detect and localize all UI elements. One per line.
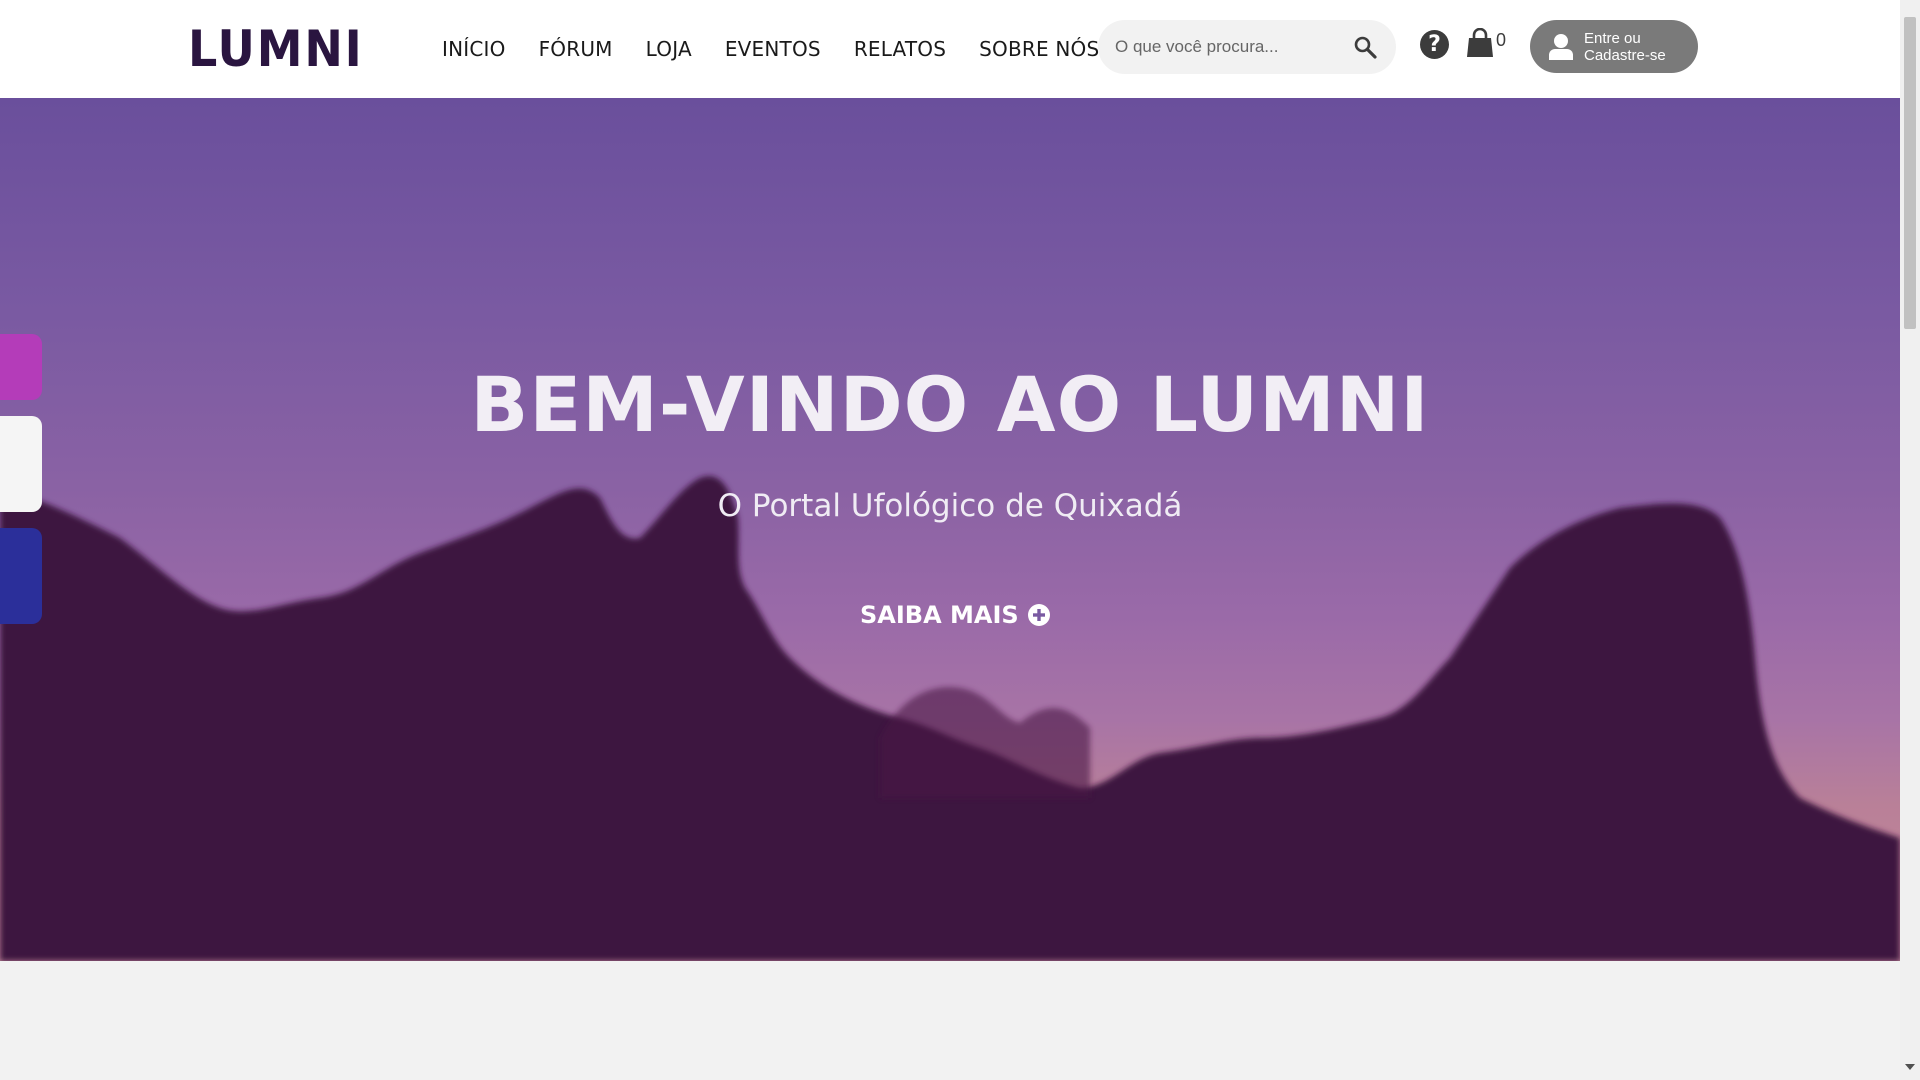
- login-label: Entre ou Cadastre-se: [1584, 29, 1666, 64]
- plus-circle-icon: [1027, 604, 1050, 626]
- page-scrollbar[interactable]: [1900, 0, 1920, 1080]
- hero-subtitle: O Portal Ufológico de Quixadá: [717, 488, 1183, 524]
- nav-item-eventos[interactable]: EVENTOS: [725, 37, 821, 61]
- nav-item-inicio[interactable]: INÍCIO: [442, 37, 506, 61]
- main-nav: INÍCIO FÓRUM LOJA EVENTOS RELATOS SOBRE …: [442, 0, 1099, 98]
- scroll-down-arrow-icon[interactable]: [1905, 1064, 1915, 1070]
- nav-item-relatos[interactable]: RELATOS: [854, 37, 946, 61]
- search-icon[interactable]: [1352, 34, 1378, 60]
- content-area: [0, 961, 1900, 1080]
- hero-title: BEM-VINDO AO LUMNI: [470, 360, 1430, 449]
- cart-count: 0: [1496, 30, 1507, 50]
- help-question-icon[interactable]: ?: [1420, 30, 1449, 59]
- search-box: [1098, 20, 1396, 74]
- saiba-mais-button[interactable]: SAIBA MAIS: [860, 598, 1051, 632]
- shopping-bag-icon: [1467, 28, 1493, 57]
- hills-silhouette: [0, 476, 1900, 961]
- search-input[interactable]: [1115, 37, 1352, 57]
- side-tab-blue[interactable]: [0, 528, 42, 624]
- cart-button[interactable]: 0: [1466, 28, 1506, 60]
- side-tab-magenta[interactable]: [0, 334, 42, 400]
- site-header: LUMNI INÍCIO FÓRUM LOJA EVENTOS RELATOS …: [0, 0, 1900, 98]
- saiba-mais-label: SAIBA MAIS: [860, 601, 1019, 629]
- login-button[interactable]: Entre ou Cadastre-se: [1530, 20, 1698, 73]
- hero-banner: BEM-VINDO AO LUMNI O Portal Ufológico de…: [0, 98, 1900, 961]
- scrollbar-thumb[interactable]: [1904, 17, 1916, 329]
- nav-item-loja[interactable]: LOJA: [646, 37, 692, 61]
- nav-item-forum[interactable]: FÓRUM: [539, 37, 613, 61]
- brand-name: LUMNI: [188, 20, 364, 78]
- page: LUMNI INÍCIO FÓRUM LOJA EVENTOS RELATOS …: [0, 0, 1920, 1080]
- side-tab-white[interactable]: [0, 416, 42, 512]
- brand-logo[interactable]: LUMNI: [184, 24, 378, 74]
- nav-item-sobre-nos[interactable]: SOBRE NÓS: [979, 37, 1099, 61]
- user-icon: [1549, 33, 1573, 60]
